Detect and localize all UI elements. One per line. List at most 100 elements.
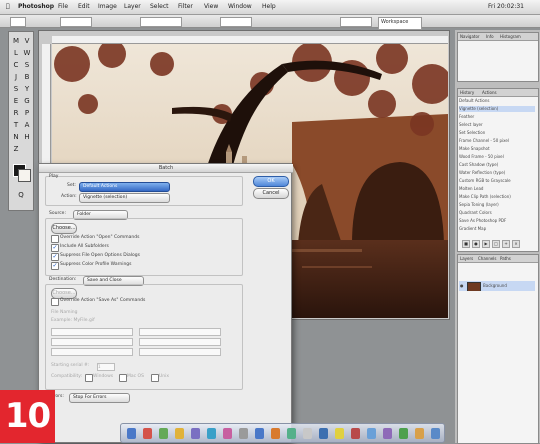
set-select[interactable]: Default Actions: [79, 182, 170, 192]
blur-tool-icon[interactable]: R: [11, 108, 21, 118]
gradient-tool-icon[interactable]: G: [22, 96, 32, 106]
action-row[interactable]: Feather: [459, 114, 535, 120]
eraser-tool-icon[interactable]: E: [11, 96, 21, 106]
type-tool-icon[interactable]: T: [11, 120, 21, 130]
override-open-checkbox[interactable]: [51, 235, 59, 243]
brush-tool-icon[interactable]: B: [22, 72, 32, 82]
menu-view[interactable]: View: [204, 3, 218, 10]
action-row[interactable]: Water Reflection (type): [459, 170, 535, 176]
magic-wand-tool-icon[interactable]: W: [22, 48, 32, 58]
suppress-file-open-checkbox[interactable]: ✓: [51, 253, 59, 261]
tab-channels[interactable]: Channels: [478, 256, 497, 261]
dock-app-icon[interactable]: [127, 428, 136, 439]
background-color-swatch[interactable]: [18, 169, 31, 182]
workspace-select[interactable]: Workspace: [378, 17, 422, 30]
file-naming-field-1[interactable]: [51, 328, 133, 336]
tab-layers[interactable]: Layers: [460, 256, 473, 261]
action-row[interactable]: Save As Photoshop PDF: [459, 218, 535, 224]
tab-paths[interactable]: Paths: [500, 256, 511, 261]
dock-app-icon[interactable]: [367, 428, 376, 439]
suppress-color-profile-checkbox[interactable]: ✓: [51, 262, 59, 270]
dock-app-icon[interactable]: [319, 428, 328, 439]
tab-actions[interactable]: Actions: [482, 90, 497, 95]
file-naming-field-2[interactable]: [139, 328, 221, 336]
history-brush-tool-icon[interactable]: Y: [22, 84, 32, 94]
dock-app-icon[interactable]: [191, 428, 200, 439]
eye-icon[interactable]: ●: [460, 283, 464, 288]
palette-well[interactable]: [340, 17, 372, 27]
cancel-button[interactable]: Cancel: [253, 188, 289, 199]
file-naming-field-6[interactable]: [139, 348, 221, 356]
play-icon[interactable]: ▶: [482, 240, 490, 248]
tab-navigator[interactable]: Navigator: [460, 34, 480, 39]
dock-app-icon[interactable]: [399, 428, 408, 439]
layer-row-background[interactable]: ● Background: [459, 281, 535, 291]
menu-select[interactable]: Select: [150, 3, 169, 10]
override-save-checkbox[interactable]: [51, 298, 59, 306]
new-set-icon[interactable]: □: [492, 240, 500, 248]
action-row[interactable]: Wood Frame - 50 pixel: [459, 154, 535, 160]
include-subfolders-checkbox[interactable]: ✓: [51, 244, 59, 252]
pen-tool-icon[interactable]: P: [22, 108, 32, 118]
dock-app-icon[interactable]: [335, 428, 344, 439]
tool-preset-picker[interactable]: [10, 17, 26, 27]
file-naming-field-5[interactable]: [51, 348, 133, 356]
apple-icon[interactable]: : [6, 3, 10, 10]
style-select[interactable]: [140, 17, 182, 27]
hand-tool-icon[interactable]: H: [22, 132, 32, 142]
quick-mask-icon[interactable]: Q: [16, 190, 26, 200]
file-naming-field-3[interactable]: [51, 338, 133, 346]
action-row[interactable]: Frame Channel - 50 pixel: [459, 138, 535, 144]
new-action-icon[interactable]: +: [502, 240, 510, 248]
menu-window[interactable]: Window: [228, 3, 252, 10]
notes-tool-icon[interactable]: N: [11, 132, 21, 142]
dock-app-icon[interactable]: [303, 428, 312, 439]
lasso-tool-icon[interactable]: L: [11, 48, 21, 58]
menu-layer[interactable]: Layer: [124, 3, 141, 10]
tab-info[interactable]: Info: [486, 34, 494, 39]
dock-app-icon[interactable]: [207, 428, 216, 439]
feather-field[interactable]: [60, 17, 92, 27]
ok-button[interactable]: OK: [253, 176, 289, 187]
menu-filter[interactable]: Filter: [178, 3, 193, 10]
compat-windows-checkbox[interactable]: [85, 374, 93, 382]
menu-image[interactable]: Image: [98, 3, 117, 10]
menu-edit[interactable]: Edit: [78, 3, 90, 10]
stop-icon[interactable]: ■: [462, 240, 470, 248]
dock-app-icon[interactable]: [143, 428, 152, 439]
dock-app-icon[interactable]: [287, 428, 296, 439]
file-naming-field-4[interactable]: [139, 338, 221, 346]
dock-app-icon[interactable]: [415, 428, 424, 439]
compat-macos-checkbox[interactable]: [119, 374, 127, 382]
tab-histogram[interactable]: Histogram: [500, 34, 521, 39]
action-row[interactable]: Make Clip Path (selection): [459, 194, 535, 200]
action-select[interactable]: Vignette (selection): [79, 193, 170, 203]
marquee-tool-icon[interactable]: M: [11, 36, 21, 46]
trash-icon[interactable]: ×: [512, 240, 520, 248]
dock-app-icon[interactable]: [383, 428, 392, 439]
dock-app-icon[interactable]: [255, 428, 264, 439]
action-row[interactable]: Make Snapshot: [459, 146, 535, 152]
dock-app-icon[interactable]: [431, 428, 440, 439]
dock-app-icon[interactable]: [271, 428, 280, 439]
errors-select[interactable]: Stop For Errors: [69, 393, 130, 403]
zoom-tool-icon[interactable]: Z: [11, 144, 21, 154]
crop-tool-icon[interactable]: C: [11, 60, 21, 70]
healing-brush-tool-icon[interactable]: J: [11, 72, 21, 82]
menu-app-name[interactable]: Photoshop: [18, 3, 54, 10]
dock-app-icon[interactable]: [159, 428, 168, 439]
dock-app-icon[interactable]: [175, 428, 184, 439]
dock-app-icon[interactable]: [239, 428, 248, 439]
action-row[interactable]: Gradient Map: [459, 226, 535, 232]
action-row[interactable]: Molten Lead: [459, 186, 535, 192]
menu-file[interactable]: File: [58, 3, 68, 10]
action-row[interactable]: Cast Shadow (type): [459, 162, 535, 168]
action-row[interactable]: Sepia Toning (layer): [459, 202, 535, 208]
dock-app-icon[interactable]: [351, 428, 360, 439]
menu-help[interactable]: Help: [262, 3, 276, 10]
action-row[interactable]: Custom RGB to Grayscale: [459, 178, 535, 184]
serial-field[interactable]: 1: [97, 363, 115, 371]
action-row-selected[interactable]: Vignette (selection): [459, 106, 535, 112]
action-row[interactable]: Quadrant Colors: [459, 210, 535, 216]
action-row[interactable]: Set Selection: [459, 130, 535, 136]
